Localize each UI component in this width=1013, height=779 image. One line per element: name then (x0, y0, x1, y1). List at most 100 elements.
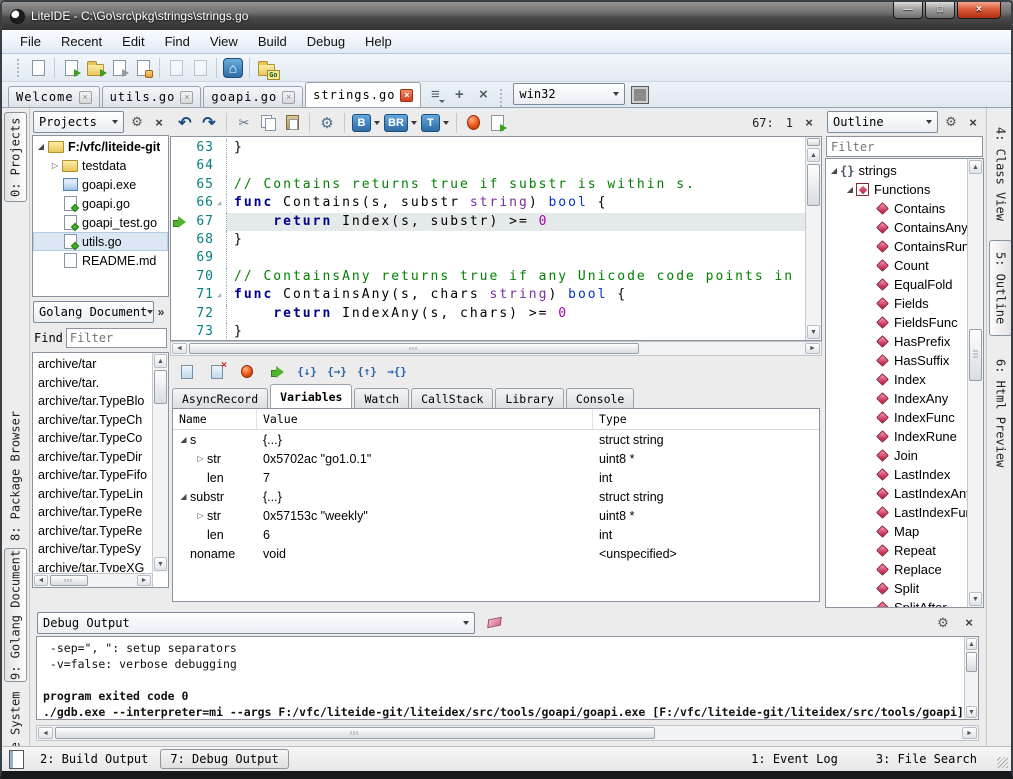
open-file-icon[interactable] (59, 56, 83, 80)
clear-output-icon[interactable] (483, 612, 505, 634)
redo-icon[interactable]: ↷ (198, 112, 220, 134)
side-tab-9-golang-document[interactable]: 9: Golang Document (4, 548, 27, 682)
tabbar-grip[interactable] (500, 89, 504, 107)
menu-build[interactable]: Build (248, 31, 297, 52)
build-config-icon[interactable]: ⚙ (316, 112, 338, 134)
outline-close-icon[interactable]: × (964, 115, 982, 130)
side-tab-6-html-preview[interactable]: 6: Html Preview (989, 342, 1012, 484)
goto-line-icon[interactable] (487, 112, 509, 134)
debug-output-box[interactable]: -sep=", ": setup separators -v=false: ve… (36, 636, 979, 720)
output-vscrollbar[interactable]: ▲ ▼ (964, 637, 978, 719)
scroll-thumb[interactable] (189, 343, 639, 354)
outline-item-replace[interactable]: Replace (826, 560, 967, 579)
cut-icon[interactable]: ✂ (233, 112, 255, 134)
resize-grip[interactable] (997, 757, 1008, 768)
tab-close-icon[interactable]: × (282, 91, 295, 104)
output-hscrollbar[interactable]: ◄ ► (36, 725, 979, 741)
scroll-right-icon[interactable]: ► (137, 575, 151, 586)
document-view-combo[interactable]: Golang Document (33, 301, 154, 323)
outline-item-repeat[interactable]: Repeat (826, 541, 967, 560)
project-item-utils-go[interactable]: utils.go (33, 232, 168, 251)
outline-vscrollbar[interactable]: ▲ ▼ (967, 159, 983, 607)
outline-item-map[interactable]: Map (826, 522, 967, 541)
variable-row-len[interactable]: len6int (173, 525, 819, 544)
outline-item-index[interactable]: Index (826, 370, 967, 389)
debug-tab-library[interactable]: Library (495, 388, 563, 408)
scroll-thumb[interactable] (55, 727, 655, 739)
menu-help[interactable]: Help (355, 31, 402, 52)
editor-vscrollbar[interactable]: ▲ ▼ (805, 137, 821, 340)
variable-row-substr[interactable]: ◢substr{...}struct string (173, 487, 819, 506)
step-out-icon[interactable]: {↑} (356, 361, 378, 383)
project-item-goapi-go[interactable]: goapi.go (33, 194, 168, 213)
close-button[interactable]: × (957, 2, 1001, 19)
scroll-up-icon[interactable]: ▲ (154, 354, 167, 368)
scroll-left-icon[interactable]: ◄ (38, 727, 53, 739)
close-editor-icon[interactable]: × (800, 115, 818, 130)
tab-utils-go[interactable]: utils.go× (102, 86, 202, 107)
outline-item-indexfunc[interactable]: IndexFunc (826, 408, 967, 427)
scroll-down-icon[interactable]: ▼ (966, 706, 977, 718)
toolbar-grip[interactable] (17, 59, 21, 77)
copy-icon[interactable] (257, 112, 279, 134)
projects-gear-icon[interactable]: ⚙ (128, 114, 146, 130)
step-over-icon[interactable]: {→} (326, 361, 348, 383)
home-icon[interactable]: ⌂ (221, 56, 245, 80)
package-item[interactable]: archive/tar. (33, 374, 152, 393)
debug-tab-watch[interactable]: Watch (354, 388, 409, 408)
scroll-split-handle[interactable] (807, 138, 820, 146)
undo-icon[interactable]: ↶ (174, 112, 196, 134)
menu-edit[interactable]: Edit (112, 31, 154, 52)
project-item-goapi-test-go[interactable]: goapi_test.go (33, 213, 168, 232)
outline-item-equalfold[interactable]: EqualFold (826, 275, 967, 294)
chevron-down-icon[interactable] (411, 121, 417, 125)
tab-close-icon[interactable]: × (400, 89, 413, 102)
scroll-thumb[interactable] (969, 329, 982, 381)
build-target-combo[interactable]: win32 (513, 83, 625, 105)
chevron-down-icon[interactable] (443, 121, 449, 125)
project-item-readme-md[interactable]: README.md (33, 251, 168, 270)
outline-item-join[interactable]: Join (826, 446, 967, 465)
package-list-vscrollbar[interactable]: ▲ ▼ (152, 353, 168, 572)
outline-item-containsany[interactable]: ContainsAny (826, 218, 967, 237)
outline-item-lastindexfunc[interactable]: LastIndexFunc (826, 503, 967, 522)
variable-row-s[interactable]: ◢s{...}struct string (173, 430, 819, 449)
build-run-button[interactable]: BR (384, 114, 408, 132)
outline-item-hassuffix[interactable]: HasSuffix (826, 351, 967, 370)
package-item[interactable]: archive/tar.TypeRe (33, 522, 152, 541)
save-file-icon[interactable] (107, 56, 131, 80)
debug-tab-variables[interactable]: Variables (270, 384, 352, 408)
outline-item-indexrune[interactable]: IndexRune (826, 427, 967, 446)
debug-tab-console[interactable]: Console (566, 388, 634, 408)
scroll-down-icon[interactable]: ▼ (807, 325, 820, 339)
close-editor-area-icon[interactable]: × (471, 83, 495, 105)
toggle-panels-icon[interactable] (9, 750, 24, 769)
scroll-right-icon[interactable]: ► (962, 727, 977, 739)
split-editor-icon[interactable]: + (447, 83, 471, 105)
outline-item-count[interactable]: Count (826, 256, 967, 275)
step-into-icon[interactable]: {↓} (296, 361, 318, 383)
outline-item-fieldsfunc[interactable]: FieldsFunc (826, 313, 967, 332)
sidebar-view-combo[interactable]: Projects (33, 111, 124, 133)
package-list-hscrollbar[interactable]: ◄ ► (32, 573, 153, 588)
chevron-down-icon[interactable] (374, 121, 380, 125)
side-tab-4-class-view[interactable]: 4: Class View (989, 118, 1012, 230)
tab-close-icon[interactable]: × (79, 91, 92, 104)
package-item[interactable]: archive/tar (33, 355, 152, 374)
close-debugger-icon[interactable]: × (206, 361, 228, 383)
outline-view-combo[interactable]: Outline (827, 111, 938, 133)
title-bar[interactable]: LiteIDE - C:\Go\src\pkg\strings\strings.… (2, 2, 1011, 30)
scroll-thumb[interactable] (807, 164, 820, 206)
tab-goapi-go[interactable]: goapi.go× (203, 86, 303, 107)
more-button[interactable]: » (154, 305, 168, 319)
env-button[interactable] (631, 86, 649, 104)
scroll-thumb[interactable] (154, 370, 167, 404)
output-gear-icon[interactable]: ⚙ (934, 615, 952, 631)
scroll-up-icon[interactable]: ▲ (966, 638, 977, 650)
package-filter-input[interactable] (66, 328, 167, 348)
scroll-up-icon[interactable]: ▲ (969, 160, 982, 174)
outline-root[interactable]: ◢{}strings (826, 161, 967, 180)
project-item-f-vfc-liteide-git[interactable]: ◢F:/vfc/liteide-git (33, 137, 168, 156)
variable-row-str[interactable]: ▷str0x5702ac "go1.0.1"uint8 * (173, 449, 819, 468)
package-item[interactable]: archive/tar.TypeSy (33, 540, 152, 559)
